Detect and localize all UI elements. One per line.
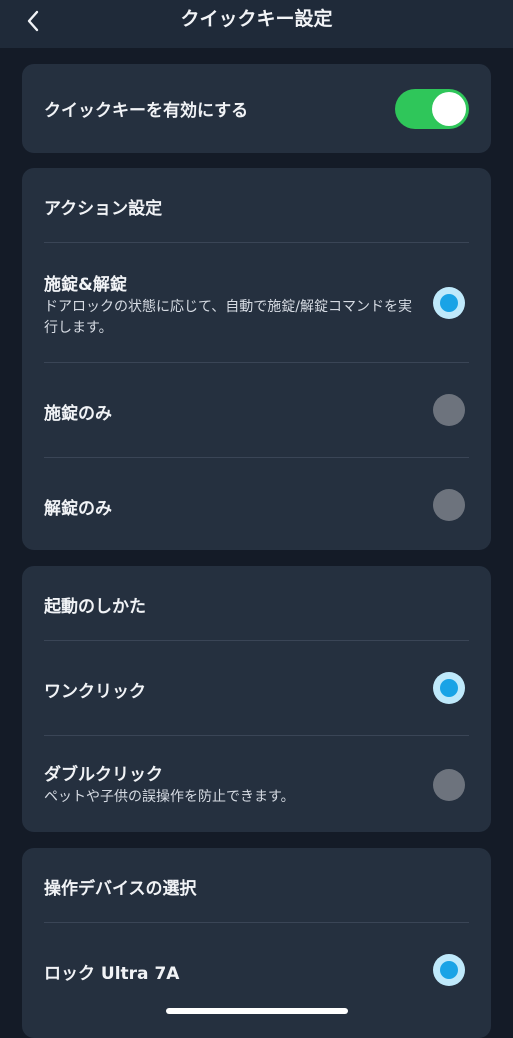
enable-card: クイックキーを有効にする: [22, 64, 491, 153]
option-label: ダブルクリック: [44, 765, 163, 785]
action-option-unlock-only[interactable]: 解錠のみ: [44, 457, 469, 550]
action-option-lock-only[interactable]: 施錠のみ: [44, 362, 469, 457]
radio-unselected[interactable]: [433, 489, 465, 521]
activation-card: 起動のしかた ワンクリック ダブルクリック ペットや子供の誤操作を防止できます。: [22, 566, 491, 832]
activation-option-single-click[interactable]: ワンクリック: [44, 640, 469, 735]
device-option-lock-ultra[interactable]: ロック Ultra 7A: [44, 922, 469, 1017]
option-label: ロック Ultra 7A: [44, 964, 180, 984]
option-label: 施錠のみ: [44, 404, 112, 424]
section-title: 操作デバイスの選択: [44, 879, 197, 899]
page-title: クイックキー設定: [180, 8, 333, 30]
option-description: ペットや子供の誤操作を防止できます。: [44, 789, 295, 805]
option-label: 解錠のみ: [44, 499, 112, 519]
option-label: ワンクリック: [44, 682, 146, 702]
section-title: アクション設定: [44, 199, 163, 219]
action-settings-header: アクション設定: [44, 168, 469, 242]
action-settings-card: アクション設定 施錠&解錠 ドアロックの状態に応じて、自動で施錠/解錠コマンドを…: [22, 168, 491, 550]
radio-selected[interactable]: [433, 672, 465, 704]
option-description: ドアロックの状態に応じて、自動で施錠/解錠コマンドを実行します。: [44, 299, 413, 336]
action-option-lock-unlock[interactable]: 施錠&解錠 ドアロックの状態に応じて、自動で施錠/解錠コマンドを実行します。: [44, 242, 469, 362]
enable-quickkey-label: クイックキーを有効にする: [44, 101, 249, 121]
radio-selected[interactable]: [433, 954, 465, 986]
activation-option-double-click[interactable]: ダブルクリック ペットや子供の誤操作を防止できます。: [44, 735, 469, 832]
radio-unselected[interactable]: [433, 394, 465, 426]
nav-header: クイックキー設定: [0, 0, 513, 48]
home-indicator: [166, 1008, 348, 1014]
device-selection-header: 操作デバイスの選択: [44, 848, 469, 922]
option-label: 施錠&解錠: [44, 275, 127, 295]
activation-header: 起動のしかた: [44, 566, 469, 640]
radio-selected[interactable]: [433, 286, 465, 319]
enable-quickkey-row: クイックキーを有効にする: [44, 64, 469, 153]
toggle-knob: [432, 91, 466, 126]
section-title: 起動のしかた: [44, 597, 146, 617]
enable-quickkey-toggle[interactable]: [395, 88, 469, 129]
radio-unselected[interactable]: [433, 768, 465, 801]
